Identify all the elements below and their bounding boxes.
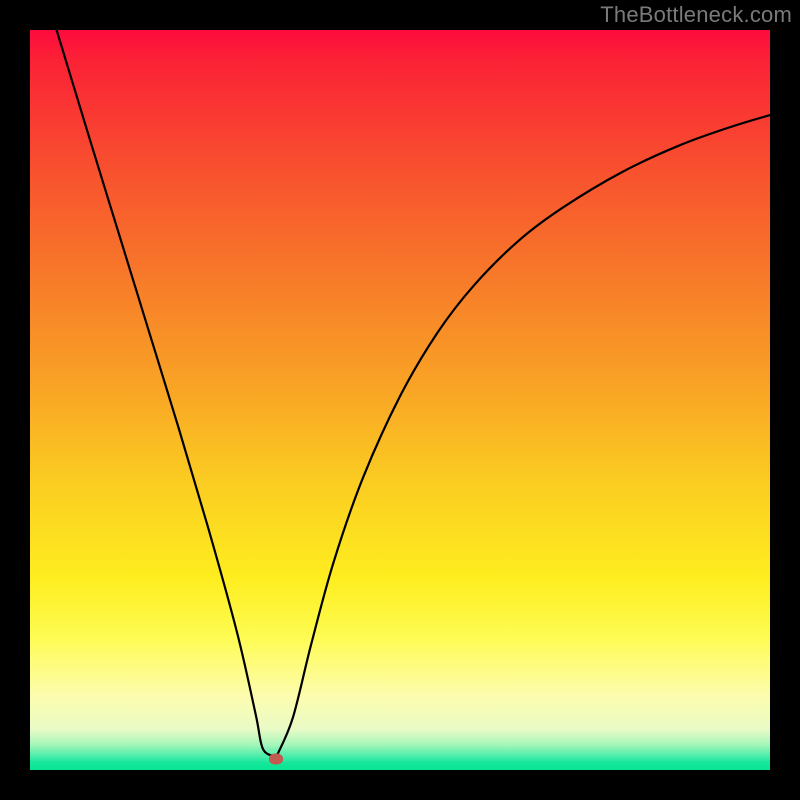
bottleneck-curve-right [276,115,770,757]
watermark-text: TheBottleneck.com [600,2,792,28]
optimum-marker [269,753,283,764]
bottleneck-curve-left [57,30,277,757]
plot-area [30,30,770,770]
chart-frame: TheBottleneck.com [0,0,800,800]
curve-svg [30,30,770,770]
